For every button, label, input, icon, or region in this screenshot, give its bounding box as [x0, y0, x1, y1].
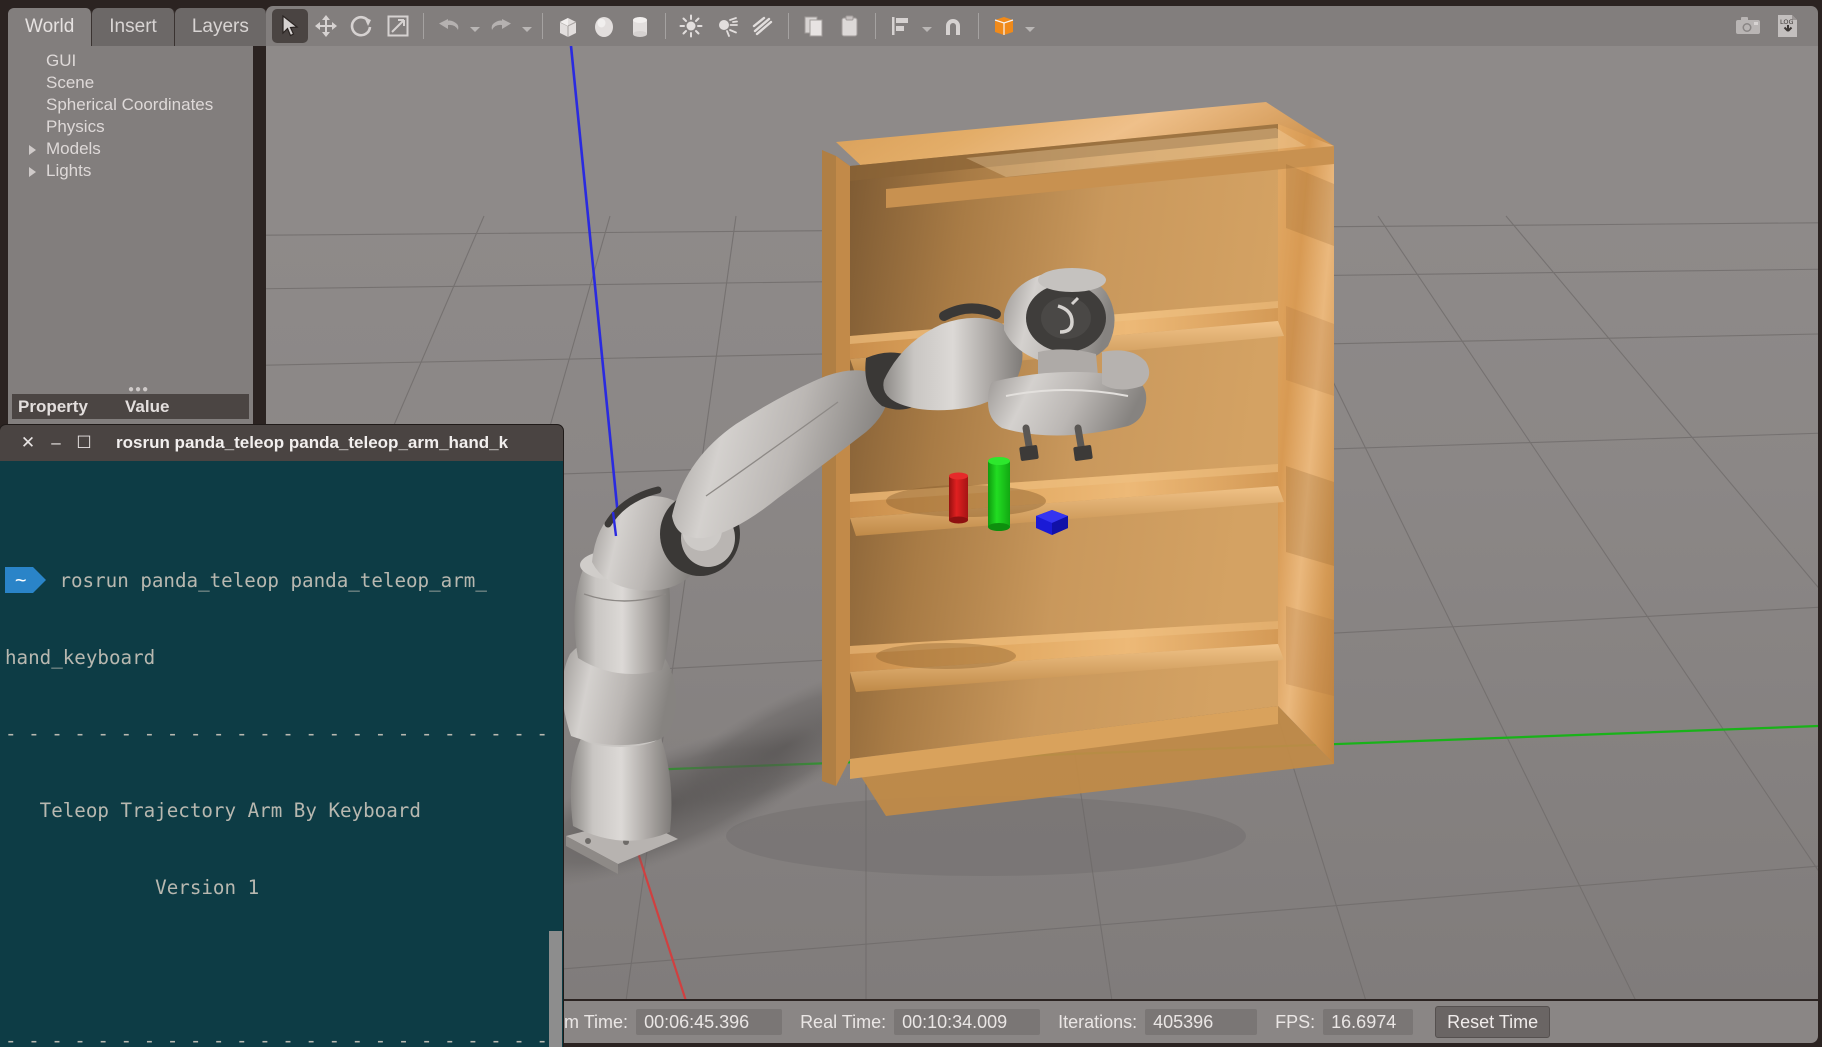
iterations-value: 405396 — [1145, 1009, 1258, 1035]
close-icon[interactable]: ✕ — [14, 433, 42, 453]
tree-item-models-label: Models — [46, 139, 101, 158]
minimize-icon[interactable]: – — [42, 433, 70, 453]
tab-layers-label: Layers — [191, 16, 249, 37]
bookshelf-ground-shadow — [726, 796, 1246, 876]
scale-mode-icon[interactable] — [380, 9, 416, 43]
undo-dropdown-caret-icon[interactable] — [467, 9, 483, 43]
terminal-line: Version 1 — [5, 875, 260, 899]
log-icon[interactable]: LOG — [1770, 9, 1806, 43]
tree-item-spherical-coordinates[interactable]: Spherical Coordinates — [8, 94, 253, 116]
tree-item-physics[interactable]: Physics — [8, 116, 253, 138]
view-angle-dropdown-caret-icon[interactable] — [1022, 9, 1038, 43]
world-tree: GUI Scene Spherical Coordinates Physics … — [8, 46, 253, 380]
main-toolbar: LOG — [266, 6, 1818, 46]
align-icon[interactable] — [883, 9, 919, 43]
tree-item-physics-label: Physics — [46, 117, 105, 136]
terminal-output[interactable]: ~ rosrun panda_teleop panda_teleop_arm_ … — [0, 461, 563, 1047]
screenshot-icon[interactable] — [1730, 9, 1766, 43]
chevron-right-icon[interactable] — [29, 167, 36, 177]
tree-item-gui[interactable]: GUI — [8, 50, 253, 72]
toolbar-separator — [542, 13, 543, 39]
sphere-icon[interactable] — [586, 9, 622, 43]
box-icon[interactable] — [550, 9, 586, 43]
toolbar-separator — [875, 13, 876, 39]
terminal-line: hand_keyboard — [5, 645, 156, 669]
fps-value: 16.6974 — [1323, 1009, 1414, 1035]
terminal-line: - - - - - - - - - - - - - - - - - - - - … — [5, 1029, 563, 1047]
property-column-header: Property — [18, 396, 88, 416]
toolbar-separator — [665, 13, 666, 39]
terminal-prompt-row: ~ rosrun panda_teleop panda_teleop_arm_ — [5, 567, 563, 594]
terminal-titlebar[interactable]: ✕ – ☐ rosrun panda_teleop panda_teleop_a… — [0, 425, 563, 461]
terminal-title: rosrun panda_teleop panda_teleop_arm_han… — [116, 433, 509, 452]
tree-item-models[interactable]: Models — [8, 138, 253, 160]
red-cylinder[interactable] — [949, 472, 968, 524]
point-light-icon[interactable] — [673, 9, 709, 43]
gazebo-window: World Insert Layers GUI Scene Spherical … — [0, 0, 1822, 1047]
toolbar-separator — [423, 13, 424, 39]
terminal-scrollbar-thumb[interactable] — [549, 931, 562, 1047]
tree-item-scene[interactable]: Scene — [8, 72, 253, 94]
sim-time-value: 00:06:45.396 — [636, 1009, 783, 1035]
tree-item-scene-label: Scene — [46, 73, 95, 92]
svg-text:LOG: LOG — [1780, 18, 1794, 26]
real-time-label: Real Time: — [800, 1011, 887, 1032]
spot-light-icon[interactable] — [709, 9, 745, 43]
green-cylinder[interactable] — [988, 457, 1010, 531]
tree-item-lights-label: Lights — [46, 161, 92, 180]
tree-item-gui-label: GUI — [46, 51, 77, 70]
terminal-command: rosrun panda_teleop panda_teleop_arm_ — [59, 568, 487, 592]
fps-label: FPS: — [1275, 1011, 1316, 1032]
redo-dropdown-caret-icon[interactable] — [519, 9, 535, 43]
toolbar-right-group: LOG — [1730, 9, 1812, 43]
tab-world-label: World — [25, 16, 75, 37]
toolbar-separator — [788, 13, 789, 39]
directional-light-icon[interactable] — [745, 9, 781, 43]
terminal-window[interactable]: ✕ – ☐ rosrun panda_teleop panda_teleop_a… — [0, 425, 563, 1047]
prompt-path-tag: ~ — [5, 567, 48, 594]
left-panel: World Insert Layers GUI Scene Spherical … — [0, 0, 267, 432]
snap-icon[interactable] — [935, 9, 971, 43]
tab-world[interactable]: World — [8, 8, 93, 46]
terminal-scrollbar[interactable] — [547, 461, 563, 1047]
value-column-header: Value — [125, 396, 170, 416]
toolbar-separator — [978, 13, 979, 39]
select-mode-icon[interactable] — [272, 9, 308, 43]
cylinder-icon[interactable] — [622, 9, 658, 43]
tree-item-spherical-coordinates-label: Spherical Coordinates — [46, 95, 214, 114]
left-panel-tabs: World Insert Layers — [8, 8, 267, 46]
rotate-mode-icon[interactable] — [344, 9, 380, 43]
tab-insert[interactable]: Insert — [92, 8, 175, 46]
copy-icon[interactable] — [796, 9, 832, 43]
real-time-value: 00:10:34.009 — [894, 1009, 1041, 1035]
tab-insert-label: Insert — [109, 16, 157, 37]
terminal-line: Teleop Trajectory Arm By Keyboard — [5, 799, 421, 823]
chevron-right-icon[interactable] — [29, 145, 36, 155]
undo-icon[interactable] — [431, 9, 467, 43]
align-dropdown-caret-icon[interactable] — [919, 9, 935, 43]
tree-item-lights[interactable]: Lights — [8, 160, 253, 182]
property-table-header: Property Value — [12, 394, 249, 419]
iterations-label: Iterations: — [1058, 1011, 1138, 1032]
redo-icon[interactable] — [483, 9, 519, 43]
reset-time-button[interactable]: Reset Time — [1435, 1006, 1551, 1038]
paste-icon[interactable] — [832, 9, 868, 43]
translate-mode-icon[interactable] — [308, 9, 344, 43]
terminal-line: - - - - - - - - - - - - - - - - - - - - … — [5, 722, 563, 746]
tab-layers[interactable]: Layers — [174, 8, 267, 46]
view-angle-icon[interactable] — [986, 9, 1022, 43]
maximize-icon[interactable]: ☐ — [70, 433, 98, 453]
